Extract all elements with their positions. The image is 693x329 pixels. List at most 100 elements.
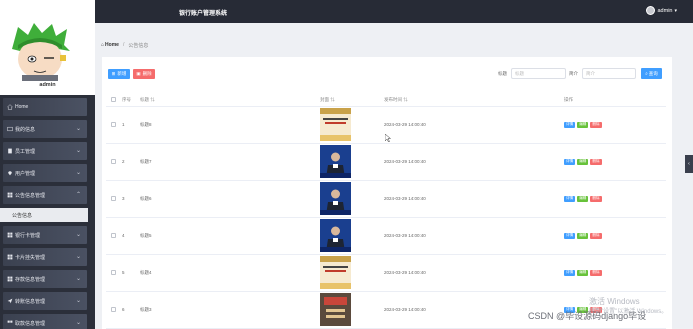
csdn-watermark: CSDN @毕设源码django毕设	[528, 311, 647, 321]
intro-search-label: 简介	[569, 71, 578, 76]
chevron-down-icon: ⌄	[75, 170, 81, 176]
sidebar-item-label: Home	[15, 104, 29, 110]
sidebar-item-users[interactable]: 用户管理 ⌄	[3, 164, 87, 182]
sidebar-item-transfer[interactable]: 转账信息管理 ⌄	[3, 292, 87, 310]
row-checkbox[interactable]	[106, 291, 122, 329]
delete-button[interactable]: ▣ 删除	[133, 69, 155, 79]
avatar	[4, 21, 74, 81]
sidebar-item-label: 存款信息管理	[15, 276, 46, 283]
chevron-down-icon: ⌄	[75, 276, 81, 282]
row-delete-button[interactable]: 删除	[590, 269, 602, 276]
table-row: 3 标题6 2024-03-29 14:00:40 详情 编辑 删除	[106, 180, 666, 218]
row-index: 3	[122, 180, 140, 218]
edit-button[interactable]: 编辑	[577, 158, 589, 165]
cover-thumbnail	[320, 256, 351, 289]
row-index: 5	[122, 254, 140, 292]
sidebar-item-card-loss[interactable]: 卡片挂失管理 ⌄	[3, 248, 87, 266]
col-header-actions: 操作	[564, 94, 666, 107]
detail-button[interactable]: 详情	[564, 195, 576, 202]
add-button-label: 新增	[117, 71, 127, 76]
row-cover	[320, 217, 384, 255]
user-menu[interactable]: admin ▾	[645, 6, 677, 15]
intro-search-input[interactable]: 简介	[582, 68, 636, 79]
row-checkbox[interactable]	[106, 254, 122, 292]
chevron-up-icon: ⌃	[75, 192, 81, 198]
row-index: 1	[122, 106, 140, 144]
sidebar-item-my-info[interactable]: 我的信息 ⌄	[3, 120, 87, 138]
row-actions: 详情 编辑 删除	[564, 106, 666, 144]
send-icon	[7, 298, 13, 304]
sidebar-item-bank-card[interactable]: 银行卡管理 ⌄	[3, 226, 87, 244]
sidebar-item-deposit[interactable]: 存款信息管理 ⌄	[3, 270, 87, 288]
detail-button[interactable]: 详情	[564, 269, 576, 276]
row-index: 4	[122, 217, 140, 255]
cover-thumbnail	[320, 182, 351, 215]
row-delete-button[interactable]: 删除	[590, 232, 602, 239]
cover-thumbnail	[320, 219, 351, 252]
id-card-icon	[7, 126, 13, 132]
top-bar: 银行账户管理系统 admin ▾	[70, 0, 693, 23]
breadcrumb-home[interactable]: Home	[105, 42, 119, 48]
sidebar-item-label: 取款信息管理	[15, 320, 46, 327]
sidebar-item-notice-mgmt[interactable]: 公告信息管理 ⌃	[3, 186, 87, 204]
row-actions: 详情 编辑 删除	[564, 217, 666, 255]
edit-button[interactable]: 编辑	[577, 121, 589, 128]
breadcrumb: ⌂ Home / 公告信息	[95, 38, 685, 52]
row-title: 标题7	[140, 143, 320, 181]
row-cover	[320, 180, 384, 218]
sidebar: admin Home 我的信息 ⌄ 员工管理 ⌄ 用户管理 ⌄ 公告信息管理 ⌃…	[0, 0, 95, 329]
col-header-title[interactable]: 标题 ⇅	[140, 94, 320, 107]
collapse-handle-icon[interactable]: ‹	[685, 155, 693, 173]
sidebar-item-label: 公告信息管理	[15, 192, 46, 199]
chevron-down-icon: ⌄	[75, 320, 81, 326]
toolbar: ⊞ 新增 ▣ 删除 标题 标题 简介 简介 ⌕ 查询	[102, 57, 672, 89]
row-delete-button[interactable]: 删除	[590, 121, 602, 128]
detail-button[interactable]: 详情	[564, 232, 576, 239]
sidebar-item-withdraw[interactable]: 取款信息管理 ⌄	[3, 314, 87, 329]
col-header-index: 序号	[122, 94, 140, 107]
row-time: 2024-03-29 14:00:40	[384, 143, 564, 181]
detail-button[interactable]: 详情	[564, 158, 576, 165]
user-name: admin	[657, 7, 673, 14]
row-delete-button[interactable]: 删除	[590, 158, 602, 165]
detail-button[interactable]: 详情	[564, 121, 576, 128]
home-icon: ⌂	[101, 42, 105, 48]
row-cover	[320, 254, 384, 292]
row-cover	[320, 291, 384, 329]
grid-icon: ⊞	[111, 71, 116, 76]
content-card: ⊞ 新增 ▣ 删除 标题 标题 简介 简介 ⌕ 查询 序号 标题 ⇅ 封面 ⇅ …	[102, 57, 672, 329]
table-row: 2 标题7 2024-03-29 14:00:40 详情 编辑 删除	[106, 143, 666, 181]
col-header-cover[interactable]: 封面 ⇅	[320, 94, 384, 107]
sidebar-item-staff[interactable]: 员工管理 ⌄	[3, 142, 87, 160]
sidebar-item-label: 转账信息管理	[15, 298, 46, 305]
title-search-input[interactable]: 标题	[511, 68, 566, 79]
row-checkbox[interactable]	[106, 143, 122, 181]
edit-button[interactable]: 编辑	[577, 232, 589, 239]
sidebar-item-home[interactable]: Home	[3, 98, 87, 116]
title-search-placeholder: 标题	[515, 70, 524, 76]
trash-icon: ▣	[136, 71, 141, 76]
row-title: 标题5	[140, 217, 320, 255]
mouse-cursor-icon	[385, 134, 391, 142]
sidebar-subitem-notice[interactable]: 公告信息	[0, 208, 88, 222]
add-button[interactable]: ⊞ 新增	[108, 69, 130, 79]
cover-thumbnail	[320, 293, 351, 326]
table-row: 4 标题5 2024-03-29 14:00:40 详情 编辑 删除	[106, 217, 666, 255]
row-actions: 详情 编辑 删除	[564, 254, 666, 292]
row-delete-button[interactable]: 删除	[590, 195, 602, 202]
edit-button[interactable]: 编辑	[577, 195, 589, 202]
location-pin-icon	[8, 171, 12, 176]
app-title: 银行账户管理系统	[179, 11, 228, 17]
row-checkbox[interactable]	[106, 217, 122, 255]
sidebar-admin-name: admin	[39, 82, 56, 88]
edit-button[interactable]: 编辑	[577, 269, 589, 276]
select-all-checkbox[interactable]	[106, 94, 122, 107]
row-checkbox[interactable]	[106, 106, 122, 144]
sidebar-item-label: 我的信息	[15, 126, 36, 133]
chevron-down-icon: ⌄	[75, 232, 81, 238]
table-header-row: 序号 标题 ⇅ 封面 ⇅ 发布时间 ⇅ 操作	[106, 94, 666, 107]
row-checkbox[interactable]	[106, 180, 122, 218]
row-time: 2024-03-29 14:00:40	[384, 180, 564, 218]
search-button[interactable]: ⌕ 查询	[641, 68, 662, 79]
col-header-time[interactable]: 发布时间 ⇅	[384, 94, 564, 107]
